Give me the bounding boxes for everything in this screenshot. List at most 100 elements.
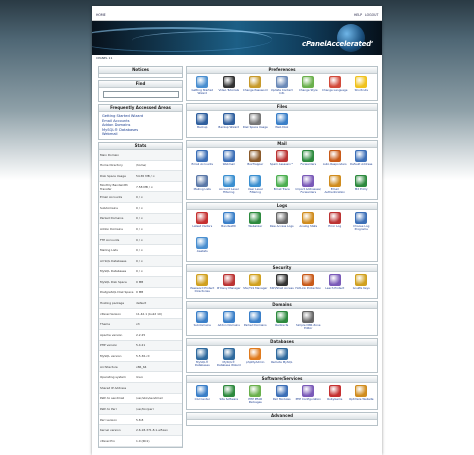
help-link[interactable]: HELP [354,13,362,17]
panel-item[interactable]: Raw Access Logs [269,211,296,236]
panel-item[interactable]: Default Address [348,149,375,174]
panel-item[interactable]: Spam Assassin™ [269,149,296,174]
panel-title[interactable]: Files [187,104,377,111]
panel-item[interactable]: Subdomains [189,310,216,335]
panel-item[interactable]: Simple DNS Zone Editor [295,310,322,335]
panel-title[interactable]: Software/Services [187,376,377,383]
panel-item[interactable]: Addon Domains [216,310,243,335]
stats-key: cPanel Pro [99,435,135,447]
panel-item[interactable]: Email Accounts [189,149,216,174]
icon-grid: Password Protect Directories IP Deny Mana… [187,272,377,298]
panel-item[interactable]: Bandwidth [216,211,243,236]
panel-item[interactable]: Backup Wizard [216,112,243,137]
panel-item[interactable]: Parked Domains [242,310,269,335]
panel-item[interactable]: Getting Started Wizard [189,75,216,100]
panel-item[interactable]: Auto Responders [322,149,349,174]
stats-key: MySQL Databases [99,266,135,278]
panel-item[interactable]: Web Disk [269,112,296,137]
icon-grid: MySQL® Databases MySQL® Database Wizard ph… [187,346,377,372]
panel-item[interactable]: HotLink Protection [295,273,322,298]
panel-item[interactable]: Leech Protect [322,273,349,298]
panel-item[interactable]: Remote MySQL [269,347,296,372]
panel-item[interactable]: SSL/TLS Manager [242,273,269,298]
panel-item[interactable]: Shortcuts [348,75,375,100]
home-link[interactable]: HOME [96,13,106,17]
panel-item[interactable]: Change Password [242,75,269,100]
panel-item[interactable]: Latest Visitors [189,211,216,236]
panel-item[interactable]: Account Level Filtering [216,174,243,199]
panel-item[interactable]: Redirects [269,310,296,335]
panel-item[interactable]: MySQL® Databases [189,347,216,372]
logo-text: cPanel [302,40,327,48]
panel-item-label: Choose Log Programs [353,224,370,232]
stats-row: Perl version 5.8.8 [99,414,182,426]
panel-item[interactable]: User Level Filtering [242,174,269,199]
panel-item[interactable]: PHP PEAR Packages [242,384,269,409]
panel-item[interactable]: Password Protect Directories [189,273,216,298]
panel-title[interactable]: Advanced [187,413,377,420]
auth-icon [328,175,341,187]
panel-item[interactable]: Webmail [216,149,243,174]
panel-item[interactable]: Error Log [322,211,349,236]
panel-item[interactable]: Disk Space Usage [242,112,269,137]
panel-title[interactable]: Preferences [187,67,377,74]
panel-title[interactable]: Logs [187,203,377,210]
panel-item-label: Parked Domains [243,323,267,327]
phpmyadmin-icon [249,348,262,360]
frequently-accessed-box: Frequently Accessed Areas Getting Starte… [98,104,183,140]
panel-item[interactable]: Webalizer [242,211,269,236]
panel-item[interactable]: SSH/Shell Access [269,273,296,298]
panel-item[interactable]: PHP Configuration [295,384,322,409]
panel-item[interactable]: IP Deny Manager [216,273,243,298]
panel-item[interactable]: CGI Center [189,384,216,409]
panel-title[interactable]: Databases [187,339,377,346]
panel-item-label: Remote MySQL [271,360,293,364]
panel-item[interactable]: Backup [189,112,216,137]
spam-icon [275,150,288,162]
panel-item[interactable]: BoxTrapper [242,149,269,174]
stats-key: Subdomains [99,202,135,214]
stats-value: 0 MB [135,287,182,299]
panel-item[interactable]: Mailing Lists [189,174,216,199]
panel-item[interactable]: Optimize Website [348,384,375,409]
panel-item[interactable]: phpMyAdmin [242,347,269,372]
panel-item[interactable]: Awstats [189,236,216,261]
panel-title[interactable]: Mail [187,141,377,148]
panel-title[interactable]: Domains [187,302,377,309]
panel-item-label: MX Entry [354,187,368,191]
panel-item[interactable]: Analog Stats [295,211,322,236]
autoresponder-icon [328,150,341,162]
stats-value: 54.65 MB / ∞ [135,170,182,182]
panel-item[interactable]: Site Software [216,384,243,409]
breadcrumb[interactable]: CPANEL 11 [96,56,378,62]
panel-item[interactable]: RubyGems [322,384,349,409]
faq-link[interactable]: Webmail [102,132,179,137]
panel-item[interactable]: Change Style [295,75,322,100]
panel-files: Files Backup Backup Wizard Disk Space Usage… [186,103,378,138]
logout-link[interactable]: LOGOUT [365,13,378,17]
panel-item[interactable]: Video Tutorials [216,75,243,100]
panel-item[interactable]: MySQL® Database Wizard [216,347,243,372]
panel-item[interactable]: Forwarders [295,149,322,174]
panel-item[interactable]: Update Contact Info [269,75,296,100]
panel-item[interactable]: Perl Modules [269,384,296,409]
ssh-icon [275,274,288,286]
panel-item[interactable]: Email Trace [269,174,296,199]
panel-item-label: Import Addresses/ Forwarders [295,187,321,195]
stats-box: Stats Main Domain Home Directory/home/Dis… [98,141,183,448]
panel-item[interactable]: Email Authentication [322,174,349,199]
panel-item[interactable]: GnuPG Keys [348,273,375,298]
stats-key: MySQL version [99,350,135,362]
panel-item-label: Backup [197,125,208,129]
panel-item[interactable]: MX Entry [348,174,375,199]
panel-item[interactable]: Choose Log Programs [348,211,375,236]
find-input[interactable] [102,91,179,98]
panel-item[interactable]: Change Language [322,75,349,100]
panel-item-label: SSH/Shell Access [269,286,294,290]
cpanel-logo[interactable]: cPanelAccelerated2 [302,40,373,48]
panel-title[interactable]: Security [187,265,377,272]
cpanel-window: HOME HELP LOGOUT cPanelAccelerated2 CPAN… [92,6,382,455]
stats-value [135,149,182,161]
stats-key: Kernel version [99,424,135,436]
panel-item[interactable]: Import Addresses/ Forwarders [295,174,322,199]
